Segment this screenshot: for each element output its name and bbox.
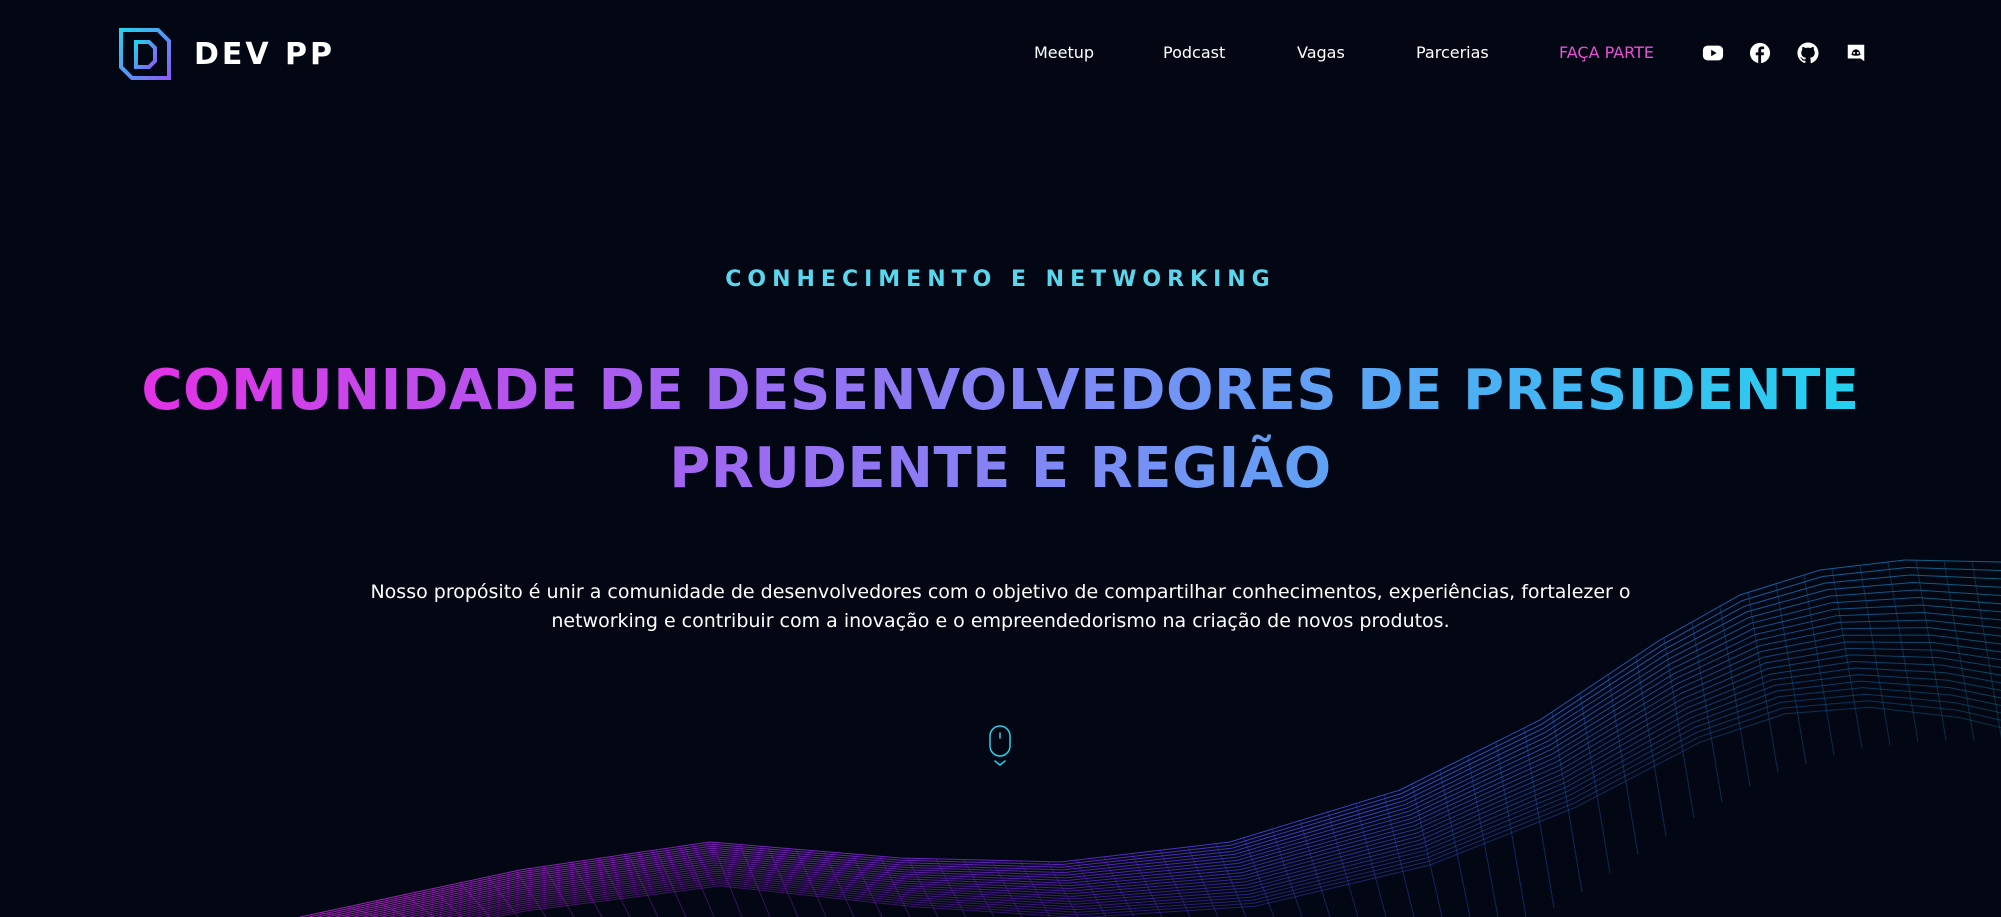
github-link[interactable] [1795,40,1821,66]
landing-page: DEV PP Meetup Podcast Vagas Parcerias FA… [0,0,2001,917]
facebook-icon [1749,42,1771,64]
nav-link-vagas[interactable]: Vagas [1297,43,1345,62]
site-header: DEV PP Meetup Podcast Vagas Parcerias FA… [0,0,2001,110]
hero-headline: COMUNIDADE DE DESENVOLVEDORES DE PRESIDE… [120,352,1881,508]
nav-link-podcast[interactable]: Podcast [1163,43,1225,62]
nav-link-faca-parte[interactable]: FAÇA PARTE [1559,43,1654,62]
github-icon [1797,42,1819,64]
facebook-link[interactable] [1747,40,1773,66]
hero-eyebrow: CONHECIMENTO E NETWORKING [725,267,1276,292]
main-navigation: Meetup Podcast Vagas Parcerias FAÇA PART… [1000,40,1880,68]
brand-home-link[interactable]: DEV PP [118,26,335,82]
brand-name: DEV PP [194,36,336,72]
hero-description: Nosso propósito é unir a comunidade de d… [370,581,1631,632]
hero-section: CONHECIMENTO E NETWORKING COMUNIDADE DE … [0,0,2001,917]
youtube-link[interactable] [1700,40,1726,66]
nav-link-parcerias[interactable]: Parcerias [1416,43,1489,62]
mouse-scroll-icon[interactable] [985,724,1015,769]
discord-link[interactable] [1843,40,1869,66]
nav-link-meetup[interactable]: Meetup [1034,43,1094,62]
dev-pp-logo-icon [119,28,171,80]
youtube-icon [1702,45,1724,61]
discord-icon [1847,44,1865,62]
